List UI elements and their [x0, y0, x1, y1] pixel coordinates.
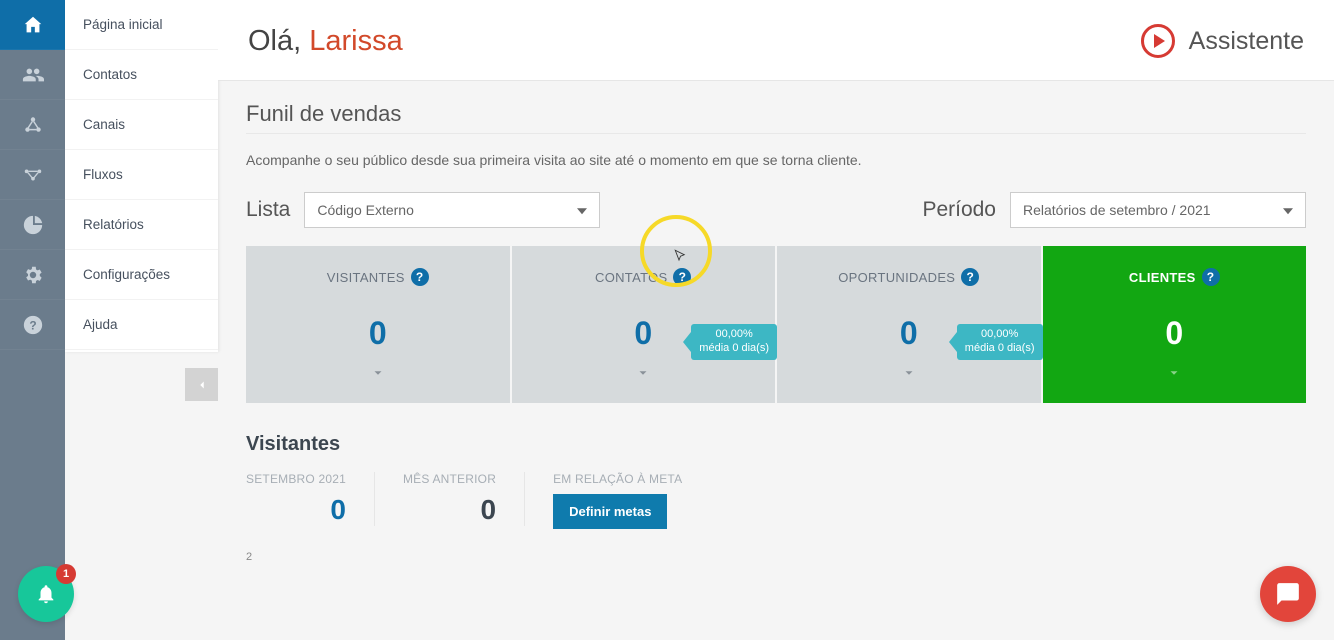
sidebar-item-label: Canais — [83, 117, 125, 132]
conversion-tag: 00,00% média 0 dia(s) — [691, 324, 777, 360]
sidebar-item-label: Fluxos — [83, 167, 123, 182]
lista-select[interactable]: Código Externo — [304, 192, 600, 228]
stat-value: 0 — [246, 494, 346, 526]
greeting-prefix: Olá, — [248, 25, 309, 57]
sidebar-labels: Página inicial Contatos Canais Fluxos Re… — [65, 0, 218, 352]
notification-badge: 1 — [56, 564, 76, 584]
main-content: Olá, Larissa Assistente Funil de vendas … — [218, 0, 1334, 640]
content-area: Funil de vendas Acompanhe o seu público … — [218, 81, 1334, 571]
help-icon[interactable]: ? — [1202, 268, 1220, 286]
help-icon[interactable]: ? — [961, 268, 979, 286]
sidebar-icon-help[interactable]: ? — [0, 300, 65, 350]
filter-lista: Lista Código Externo — [246, 192, 600, 228]
help-icon[interactable]: ? — [411, 268, 429, 286]
sidebar-item-label: Contatos — [83, 67, 137, 82]
funnel-card-oportunidades[interactable]: OPORTUNIDADES ? 0 00,00% média 0 dia(s) — [777, 246, 1041, 403]
stats-row: SETEMBRO 2021 0 MÊS ANTERIOR 0 EM RELAÇÃ… — [246, 472, 1306, 529]
funnel-card-visitantes[interactable]: VISITANTES ? 0 — [246, 246, 510, 403]
sidebar-item-settings[interactable]: Configurações — [65, 250, 218, 300]
sidebar-item-label: Ajuda — [83, 317, 118, 332]
sidebar-icon-channels[interactable] — [0, 100, 65, 150]
sidebar-item-contacts[interactable]: Contatos — [65, 50, 218, 100]
sidebar-item-home[interactable]: Página inicial — [65, 0, 218, 50]
chevron-down-icon[interactable] — [1051, 366, 1299, 385]
header-bar: Olá, Larissa Assistente — [218, 0, 1334, 81]
periodo-select-value: Relatórios de setembro / 2021 — [1023, 202, 1211, 218]
detail-title: Visitantes — [246, 433, 1306, 456]
section-title: Funil de vendas — [246, 101, 1306, 127]
sidebar-item-flows[interactable]: Fluxos — [65, 150, 218, 200]
conversion-tag: 00,00% média 0 dia(s) — [957, 324, 1043, 360]
sidebar-icon-reports[interactable] — [0, 200, 65, 250]
chevron-down-icon[interactable] — [254, 366, 502, 385]
bell-icon — [35, 583, 57, 605]
sidebar-icon-flows[interactable] — [0, 150, 65, 200]
y-axis-tick: 2 — [246, 551, 252, 563]
stat-value: 0 — [403, 494, 496, 526]
sidebar-item-label: Relatórios — [83, 217, 144, 232]
filter-periodo-label: Período — [922, 198, 996, 222]
filter-lista-label: Lista — [246, 198, 290, 222]
filter-periodo: Período Relatórios de setembro / 2021 — [922, 192, 1306, 228]
lista-select-value: Código Externo — [317, 202, 414, 218]
play-icon — [1141, 24, 1175, 58]
cursor-icon — [673, 248, 688, 263]
funnel-card-contatos[interactable]: CONTATOS ? 0 00,00% média 0 dia(s) — [512, 246, 776, 403]
funnel-card-title: OPORTUNIDADES ? — [838, 268, 979, 286]
filters-row: Lista Código Externo Período Relatórios … — [246, 192, 1306, 228]
assistente-button[interactable]: Assistente — [1141, 24, 1304, 58]
stat-current: SETEMBRO 2021 0 — [246, 472, 375, 526]
sidebar-item-reports[interactable]: Relatórios — [65, 200, 218, 250]
sidebar-item-help[interactable]: Ajuda — [65, 300, 218, 350]
sidebar-collapse-button[interactable] — [185, 368, 218, 401]
assistente-label: Assistente — [1189, 27, 1304, 56]
sidebar-item-label: Configurações — [83, 267, 170, 282]
notification-button[interactable]: 1 — [18, 566, 74, 622]
funnel-row: VISITANTES ? 0 CONTATOS ? 0 00,00% média… — [246, 246, 1306, 403]
chevron-down-icon[interactable] — [520, 366, 768, 385]
sidebar-icon-home[interactable] — [0, 0, 65, 50]
funnel-card-value: 0 — [254, 315, 502, 352]
define-goals-button[interactable]: Definir metas — [553, 494, 667, 529]
funnel-card-title: VISITANTES ? — [327, 268, 429, 286]
chevron-down-icon[interactable] — [785, 366, 1033, 385]
stat-label: MÊS ANTERIOR — [403, 472, 496, 486]
chat-icon — [1275, 581, 1301, 607]
funnel-card-value: 0 — [1051, 315, 1299, 352]
sidebar-item-channels[interactable]: Canais — [65, 100, 218, 150]
svg-text:?: ? — [29, 318, 36, 332]
divider — [246, 133, 1306, 134]
stat-label: EM RELAÇÃO À META — [553, 472, 682, 486]
chevron-left-icon — [195, 378, 209, 392]
stat-previous: MÊS ANTERIOR 0 — [375, 472, 525, 526]
greeting-name: Larissa — [309, 25, 403, 57]
sidebar-icon-rail: ? — [0, 0, 65, 640]
greeting: Olá, Larissa — [248, 25, 403, 58]
cursor-highlight — [640, 215, 712, 287]
chat-button[interactable] — [1260, 566, 1316, 622]
section-description: Acompanhe o seu público desde sua primei… — [246, 152, 1306, 168]
stat-label: SETEMBRO 2021 — [246, 472, 346, 486]
sidebar-item-label: Página inicial — [83, 17, 163, 32]
sidebar-icon-contacts[interactable] — [0, 50, 65, 100]
sidebar-icon-settings[interactable] — [0, 250, 65, 300]
periodo-select[interactable]: Relatórios de setembro / 2021 — [1010, 192, 1306, 228]
stat-goal: EM RELAÇÃO À META Definir metas — [525, 472, 710, 529]
funnel-card-title: CLIENTES ? — [1129, 268, 1220, 286]
funnel-card-clientes[interactable]: CLIENTES ? 0 — [1043, 246, 1307, 403]
